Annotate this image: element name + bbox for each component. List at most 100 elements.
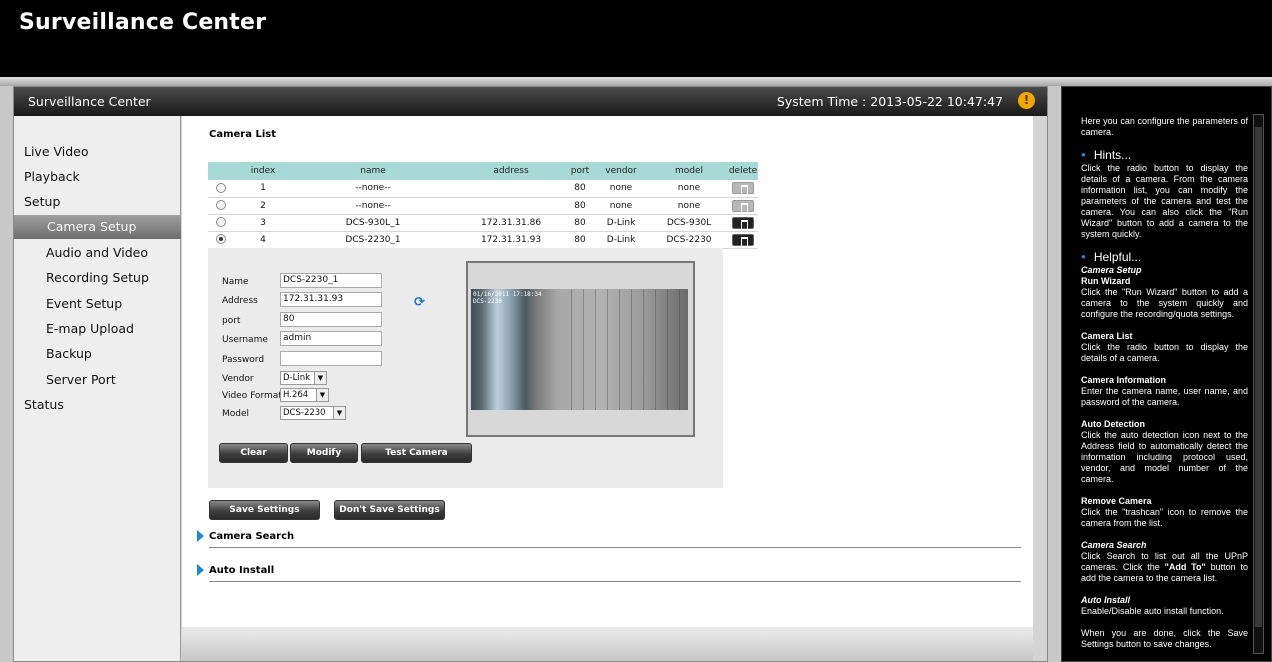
cell-port: 80 bbox=[568, 231, 592, 249]
cell-address bbox=[454, 180, 568, 198]
trash-icon[interactable] bbox=[732, 233, 754, 247]
trash-icon bbox=[732, 182, 754, 196]
content-gutter bbox=[1033, 116, 1047, 661]
camera-radio[interactable] bbox=[216, 183, 226, 193]
divider bbox=[209, 547, 1021, 548]
cell-name: --none-- bbox=[292, 197, 454, 215]
cell-port: 80 bbox=[568, 197, 592, 215]
help-scrollbar[interactable] bbox=[1253, 114, 1264, 654]
help-camera-search-text: Click Search to list out all the UPnP ca… bbox=[1081, 551, 1248, 583]
auto-install-section[interactable]: Auto Install bbox=[209, 565, 274, 576]
sidebar-item-status[interactable]: Status bbox=[24, 397, 64, 412]
sidebar-item-camera-setup[interactable]: Camera Setup bbox=[14, 215, 181, 239]
sidebar-nav: Live Video Playback Setup Camera Setup A… bbox=[14, 116, 181, 661]
save-settings-button[interactable]: Save Settings bbox=[209, 500, 320, 520]
help-run-wizard-title: Run Wizard bbox=[1081, 276, 1131, 286]
camera-radio[interactable] bbox=[216, 217, 226, 228]
helpful-title: Helpful... bbox=[1081, 251, 1248, 263]
cell-index: 4 bbox=[234, 231, 292, 249]
cell-name: --none-- bbox=[292, 180, 454, 198]
test-camera-button[interactable]: Test Camera bbox=[361, 443, 472, 463]
banner-divider bbox=[0, 77, 1272, 86]
app-title: Surveillance Center bbox=[19, 10, 267, 35]
dont-save-settings-button[interactable]: Don't Save Settings bbox=[334, 500, 445, 520]
model-select[interactable]: DCS-2230 ▼ bbox=[280, 406, 346, 420]
hints-title: Hints... bbox=[1081, 149, 1248, 161]
camera-radio[interactable] bbox=[216, 234, 226, 245]
vendor-select[interactable]: D-Link ▼ bbox=[280, 371, 327, 385]
camera-preview: 01/16/2011 17:18:34 DCS-2230 bbox=[466, 261, 695, 437]
help-remove-camera-title: Remove Camera bbox=[1081, 496, 1152, 506]
cell-address: 172.31.31.93 bbox=[454, 231, 568, 249]
help-camera-setup-title: Camera Setup bbox=[1081, 265, 1142, 275]
camera-search-section[interactable]: Camera Search bbox=[209, 531, 294, 542]
trash-icon bbox=[732, 199, 754, 213]
col-index: index bbox=[234, 162, 292, 180]
expand-arrow-icon[interactable] bbox=[197, 564, 204, 576]
vendor-label: Vendor bbox=[222, 374, 254, 384]
camera-table: index name address port vendor model del… bbox=[208, 162, 758, 249]
camera-detail-panel: Name DCS-2230_1 Address 172.31.31.93 ⟳ p… bbox=[208, 248, 723, 488]
sidebar-item-recording-setup[interactable]: Recording Setup bbox=[46, 270, 149, 285]
col-radio bbox=[208, 162, 234, 180]
table-row: 4 DCS-2230_1 172.31.31.93 80 D-Link DCS-… bbox=[208, 231, 758, 249]
cell-model: DCS-2230 bbox=[650, 231, 728, 249]
expand-arrow-icon[interactable] bbox=[197, 530, 204, 542]
video-format-select[interactable]: H.264 ▼ bbox=[280, 388, 329, 402]
help-scroll-thumb[interactable] bbox=[1255, 127, 1262, 627]
port-field[interactable]: 80 bbox=[280, 312, 382, 327]
content-footer bbox=[182, 627, 1033, 661]
sidebar-item-playback[interactable]: Playback bbox=[24, 169, 80, 184]
divider bbox=[209, 581, 1021, 582]
col-vendor: vendor bbox=[592, 162, 650, 180]
preview-image: 01/16/2011 17:18:34 DCS-2230 bbox=[471, 289, 688, 410]
col-port: port bbox=[568, 162, 592, 180]
table-row: 3 DCS-930L_1 172.31.31.86 80 D-Link DCS-… bbox=[208, 214, 758, 232]
chevron-down-icon: ▼ bbox=[314, 372, 326, 384]
help-auto-install-text: Enable/Disable auto install function. bbox=[1081, 606, 1224, 616]
video-format-label: Video Format bbox=[222, 391, 282, 401]
vendor-value: D-Link bbox=[283, 373, 311, 383]
help-camera-search-title: Camera Search bbox=[1081, 540, 1147, 550]
password-field[interactable] bbox=[280, 351, 382, 366]
col-address: address bbox=[454, 162, 568, 180]
name-field[interactable]: DCS-2230_1 bbox=[280, 273, 382, 288]
video-format-value: H.264 bbox=[283, 390, 309, 400]
cell-vendor: none bbox=[592, 197, 650, 215]
cell-index: 1 bbox=[234, 180, 292, 198]
username-label: Username bbox=[222, 335, 268, 345]
help-more-text: When you are done, click the Save Settin… bbox=[1081, 628, 1248, 649]
modify-button[interactable]: Modify bbox=[290, 443, 358, 463]
username-field[interactable]: admin bbox=[280, 331, 382, 346]
preview-timestamp: 01/16/2011 17:18:34 DCS-2230 bbox=[473, 291, 542, 305]
help-run-wizard-text: Click the "Run Wizard" button to add a c… bbox=[1081, 287, 1248, 319]
help-intro: Here you can configure the parameters of… bbox=[1081, 116, 1248, 137]
clear-button[interactable]: Clear bbox=[219, 443, 288, 463]
address-field[interactable]: 172.31.31.93 bbox=[280, 292, 382, 307]
cell-name: DCS-2230_1 bbox=[292, 231, 454, 249]
chevron-down-icon: ▼ bbox=[316, 389, 328, 401]
sidebar-item-setup[interactable]: Setup bbox=[24, 194, 60, 209]
trash-icon[interactable] bbox=[732, 216, 754, 230]
model-label: Model bbox=[222, 409, 250, 419]
sidebar-item-server-port[interactable]: Server Port bbox=[46, 372, 116, 387]
sidebar-item-live-video[interactable]: Live Video bbox=[24, 144, 89, 159]
content-area: Camera List index name address port vend… bbox=[182, 116, 1033, 627]
help-camera-list-text: Click the radio button to display the de… bbox=[1081, 342, 1248, 363]
cell-index: 2 bbox=[234, 197, 292, 215]
name-label: Name bbox=[222, 277, 249, 287]
cell-vendor: D-Link bbox=[592, 214, 650, 232]
sidebar-item-backup[interactable]: Backup bbox=[46, 346, 92, 361]
cell-index: 3 bbox=[234, 214, 292, 232]
sidebar-item-audio-video[interactable]: Audio and Video bbox=[46, 245, 148, 260]
sidebar-item-emap-upload[interactable]: E-map Upload bbox=[46, 321, 134, 336]
sidebar-item-event-setup[interactable]: Event Setup bbox=[46, 296, 122, 311]
refresh-icon[interactable]: ⟳ bbox=[414, 295, 425, 310]
camera-radio[interactable] bbox=[216, 200, 226, 211]
help-remove-camera-text: Click the "trashcan" icon to remove the … bbox=[1081, 507, 1248, 528]
alert-icon[interactable]: ! bbox=[1018, 92, 1035, 109]
address-label: Address bbox=[222, 296, 258, 306]
help-camera-info-text: Enter the camera name, user name, and pa… bbox=[1081, 386, 1248, 407]
hints-text: Click the radio button to display the de… bbox=[1081, 163, 1248, 239]
cell-port: 80 bbox=[568, 180, 592, 198]
